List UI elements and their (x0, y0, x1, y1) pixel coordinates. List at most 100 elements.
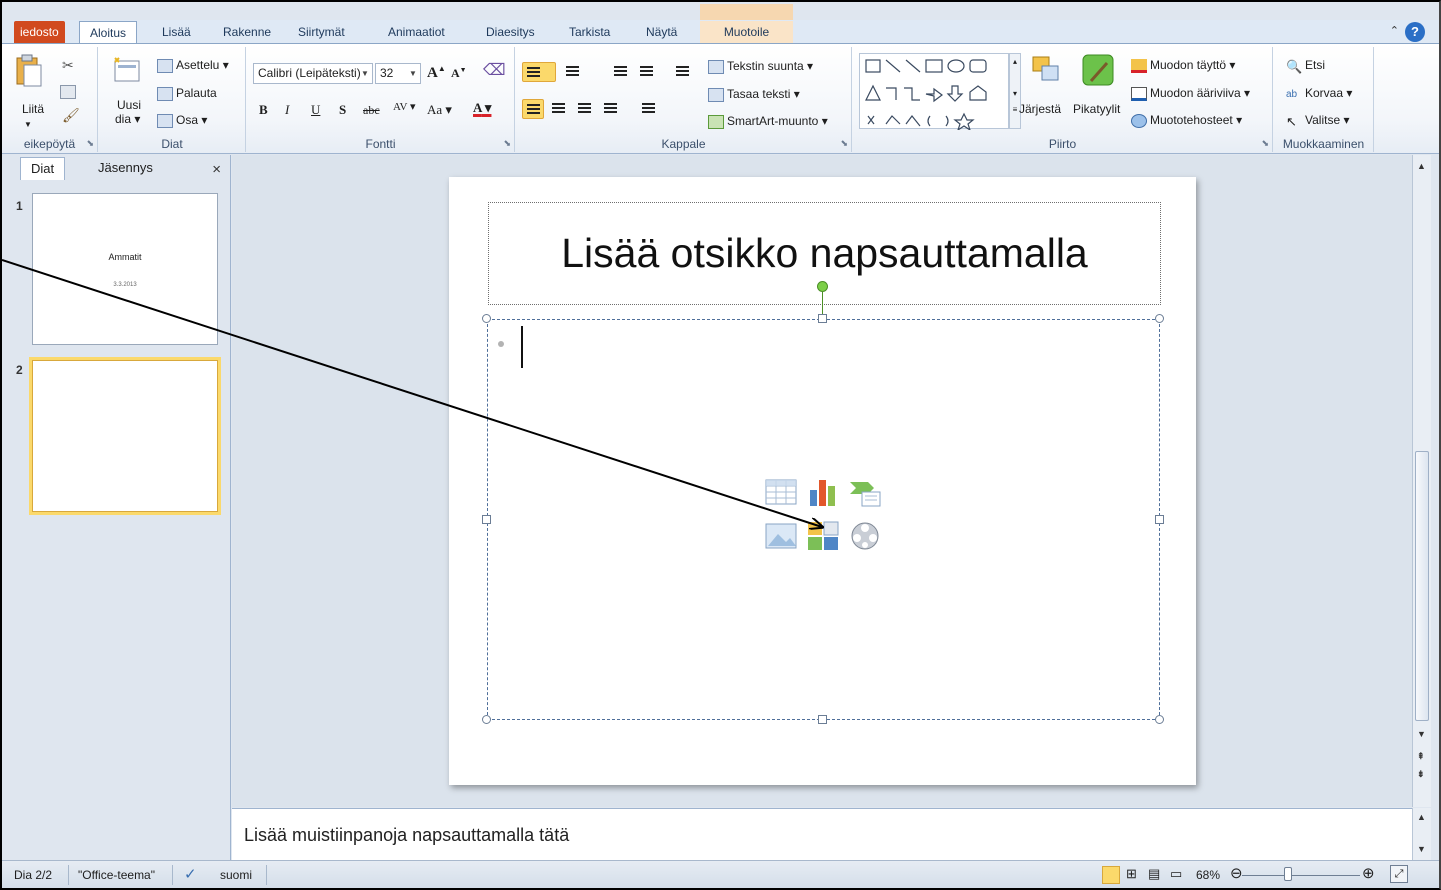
insert-clipart-icon[interactable] (806, 520, 840, 552)
drawing-launcher-icon[interactable]: ⬊ (1261, 138, 1269, 149)
replace-button[interactable]: ab Korvaa ▾ (1286, 85, 1352, 101)
zoom-out-icon[interactable]: ⊖ (1230, 864, 1243, 882)
insert-picture-icon[interactable] (764, 520, 798, 552)
format-painter-icon[interactable]: 🖌 (62, 107, 80, 123)
zoom-slider-thumb[interactable] (1284, 867, 1292, 881)
bullets-button[interactable] (522, 62, 556, 82)
paste-dropdown-icon[interactable]: ▼ (24, 117, 32, 133)
resize-handle-top-right[interactable] (1155, 314, 1164, 323)
help-icon[interactable]: ? (1405, 22, 1425, 42)
increase-indent-button[interactable] (636, 62, 658, 82)
font-launcher-icon[interactable]: ⬊ (503, 138, 511, 149)
zoom-slider[interactable] (1242, 875, 1360, 876)
reading-view-icon[interactable]: ▤ (1148, 866, 1160, 882)
scroll-thumb[interactable] (1415, 451, 1429, 721)
justify-button[interactable] (600, 99, 622, 119)
layout-button[interactable]: Asettelu ▾ (157, 57, 229, 73)
fit-to-window-icon[interactable]: ⤢ (1390, 865, 1408, 883)
resize-handle-top-left[interactable] (482, 314, 491, 323)
smartart-button[interactable]: SmartArt-muunto ▾ (708, 113, 828, 129)
decrease-indent-button[interactable] (610, 62, 632, 82)
clipboard-launcher-icon[interactable]: ⬊ (86, 138, 94, 149)
strikethrough-button[interactable]: abc (363, 103, 380, 118)
select-button[interactable]: ↖ Valitse ▾ (1286, 112, 1350, 129)
columns-button[interactable] (638, 99, 660, 119)
tab-format[interactable]: Muotoile (700, 21, 793, 43)
tab-outline[interactable]: Jäsennys (88, 157, 163, 180)
scroll-up-icon[interactable]: ▲ (1417, 161, 1426, 171)
language-indicator[interactable]: suomi (220, 868, 252, 882)
slide-thumbnail-1[interactable]: Ammatit 3.3.2013 (32, 193, 218, 345)
font-name-combo[interactable]: Calibri (Leipäteksti) ▼ (253, 63, 373, 84)
copy-icon[interactable] (60, 83, 79, 99)
scroll-down-icon[interactable]: ▼ (1417, 729, 1426, 739)
tab-slideshow[interactable]: Diaesitys (476, 21, 545, 43)
next-slide-icon[interactable]: ⇟ (1417, 769, 1425, 780)
align-center-button[interactable] (548, 99, 570, 119)
shape-outline-button[interactable]: Muodon ääriviiva ▾ (1131, 85, 1250, 101)
zoom-level[interactable]: 68% (1196, 868, 1220, 882)
numbering-button[interactable] (562, 62, 584, 82)
line-spacing-button[interactable] (672, 62, 694, 82)
resize-handle-top[interactable] (818, 314, 827, 323)
spelling-check-icon[interactable]: ✓ (184, 865, 197, 883)
change-case-button[interactable]: Aa ▾ (427, 102, 452, 118)
italic-button[interactable]: I (285, 102, 289, 118)
insert-chart-icon[interactable] (806, 476, 840, 508)
zoom-in-icon[interactable]: ⊕ (1362, 864, 1375, 882)
underline-button[interactable]: U (311, 102, 320, 118)
notes-scroll-down-icon[interactable]: ▼ (1417, 844, 1426, 854)
new-slide-button[interactable]: dia ▾ (115, 111, 140, 127)
resize-handle-left[interactable] (482, 515, 491, 524)
arrange-button[interactable]: Järjestä (1019, 101, 1061, 117)
shapes-gallery[interactable] (859, 53, 1009, 132)
slideshow-icon[interactable]: ▭ (1170, 866, 1182, 882)
tab-slides[interactable]: Diat (20, 157, 66, 180)
tab-animations[interactable]: Animaatiot (378, 21, 455, 43)
tab-review[interactable]: Tarkista (559, 21, 620, 43)
rotate-handle[interactable] (817, 281, 828, 292)
slide-sorter-icon[interactable]: ⊞ (1126, 866, 1137, 882)
reset-button[interactable]: Palauta (157, 85, 217, 101)
text-shadow-button[interactable]: S (339, 102, 346, 118)
font-size-combo[interactable]: 32 ▼ (375, 63, 421, 84)
align-right-button[interactable] (574, 99, 596, 119)
quick-styles-button[interactable]: Pikatyylit (1073, 101, 1120, 117)
insert-smartart-icon[interactable] (848, 476, 882, 508)
tab-insert[interactable]: Lisää (152, 21, 201, 43)
notes-scrollbar[interactable]: ▲ ▼ (1412, 808, 1431, 860)
align-text-button[interactable]: Tasaa teksti ▾ (708, 86, 800, 102)
insert-table-icon[interactable] (764, 476, 798, 508)
close-panel-icon[interactable]: × (212, 161, 221, 178)
vertical-scrollbar[interactable]: ▲ ▼ ⇞ ⇟ (1412, 155, 1431, 807)
clear-formatting-icon[interactable]: ⌫ (483, 63, 506, 79)
shapes-gallery-scroll[interactable]: ▴ ▾ ≡ (1009, 53, 1021, 129)
content-placeholder[interactable] (487, 319, 1160, 720)
resize-handle-right[interactable] (1155, 515, 1164, 524)
notes-pane[interactable]: Lisää muistiinpanoja napsauttamalla tätä (232, 808, 1412, 860)
slide-thumbnail-2[interactable] (29, 357, 221, 515)
shape-effects-button[interactable]: Muototehosteet ▾ (1131, 112, 1242, 128)
grow-font-button[interactable]: A▲ (427, 64, 446, 82)
notes-scroll-up-icon[interactable]: ▲ (1417, 812, 1426, 822)
theme-name[interactable]: "Office-teema" (78, 868, 155, 882)
tab-home[interactable]: Aloitus (79, 21, 138, 44)
tab-design[interactable]: Rakenne (213, 21, 281, 43)
tab-transitions[interactable]: Siirtymät (288, 21, 355, 43)
character-spacing-button[interactable]: AV ▾ (393, 100, 416, 113)
paragraph-launcher-icon[interactable]: ⬊ (840, 138, 848, 149)
tab-file[interactable]: iedosto (14, 21, 65, 43)
shape-fill-button[interactable]: Muodon täyttö ▾ (1131, 57, 1235, 73)
font-size-dropdown-icon[interactable]: ▼ (406, 64, 420, 83)
font-color-button[interactable]: A ▾ (473, 100, 491, 116)
previous-slide-icon[interactable]: ⇞ (1417, 751, 1425, 762)
resize-handle-bottom-right[interactable] (1155, 715, 1164, 724)
section-button[interactable]: Osa ▾ (157, 112, 207, 128)
bold-button[interactable]: B (259, 102, 268, 118)
resize-handle-bottom-left[interactable] (482, 715, 491, 724)
minimize-ribbon-icon[interactable]: ⌃ (1390, 24, 1399, 37)
resize-handle-bottom[interactable] (818, 715, 827, 724)
text-direction-button[interactable]: Tekstin suunta ▾ (708, 58, 813, 74)
font-name-dropdown-icon[interactable]: ▼ (358, 64, 372, 83)
paste-button[interactable]: Liitä (22, 101, 44, 117)
